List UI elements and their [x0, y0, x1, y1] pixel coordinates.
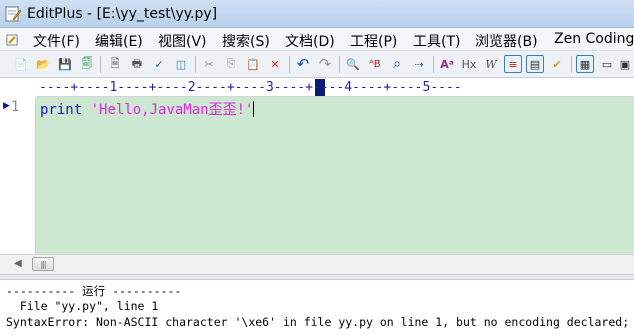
horizontal-scrollbar[interactable]: ◀ ||| [0, 254, 634, 274]
directory-window-icon[interactable]: ▦ [576, 55, 594, 73]
new-file-icon[interactable]: 📄 [12, 55, 30, 73]
save-icon[interactable]: 💾 [56, 55, 74, 73]
document-menu-icon[interactable] [6, 34, 18, 46]
output-line-error: SyntaxError: Non-ASCII character '\xe6' … [6, 315, 630, 329]
copy-icon[interactable]: ⎘ [222, 55, 240, 73]
menu-tools[interactable]: 工具(T) [413, 31, 460, 51]
toolbar-separator [433, 56, 434, 73]
toolbar-separator [571, 56, 572, 73]
scrollbar-grip: ||| [40, 259, 46, 269]
menu-browser[interactable]: 浏览器(B) [475, 31, 538, 51]
find-in-files-icon[interactable]: ⌕ [388, 55, 406, 73]
editplus-app-icon[interactable] [4, 5, 22, 23]
menu-search[interactable]: 搜索(S) [222, 31, 270, 51]
menu-view[interactable]: 视图(V) [158, 31, 207, 51]
open-folder-icon[interactable]: 📂 [34, 55, 52, 73]
current-line-marker-icon: ▶ [3, 101, 10, 111]
ruler-gutter [0, 78, 36, 97]
toolbar-separator [339, 56, 340, 73]
column-ruler[interactable]: ----+----1----+----2----+----3----+----4… [36, 78, 634, 97]
code-area[interactable]: print 'Hello,JavaMan歪歪!' [36, 97, 634, 254]
menu-file[interactable]: 文件(F) [33, 31, 80, 51]
window-title: EditPlus - [E:\yy_test\yy.py] [27, 6, 218, 22]
print-preview-icon[interactable]: 🗎 [106, 55, 124, 73]
code-line[interactable]: print 'Hello,JavaMan歪歪!' [40, 99, 255, 119]
line-number-toggle-icon[interactable]: ≡ [504, 55, 522, 73]
editor-pane[interactable]: ▶ 1 print 'Hello,JavaMan歪歪!' [0, 97, 634, 254]
menu-edit[interactable]: 编辑(E) [95, 31, 143, 51]
print-icon[interactable]: 🖶 [128, 55, 146, 73]
output-line-file: File "yy.py", line 1 [6, 299, 159, 313]
line-number: 1 [11, 99, 20, 115]
hex-icon[interactable]: Hx [460, 55, 478, 73]
output-window-icon[interactable]: ▭ [598, 55, 616, 73]
output-window[interactable]: ---------- 运行 ---------- File "yy.py", l… [0, 280, 634, 335]
save-all-icon[interactable]: 🗐 [78, 55, 96, 73]
delete-icon[interactable]: ✕ [266, 55, 284, 73]
title-bar: EditPlus - [E:\yy_test\yy.py] [0, 0, 634, 28]
ruler-scale: ----+----1----+----2----+----3----+----4… [39, 80, 462, 95]
menu-zen-coding[interactable]: Zen Coding [554, 31, 634, 47]
spell-toggle-icon[interactable]: ✔ [548, 55, 566, 73]
word-wrap-icon[interactable]: W [482, 55, 500, 73]
toolbar-separator [289, 56, 290, 73]
paste-icon[interactable]: 📋 [244, 55, 262, 73]
scrollbar-thumb[interactable]: ||| [32, 257, 54, 271]
toolbar-separator [195, 56, 196, 73]
undo-icon[interactable]: ↶ [294, 55, 312, 73]
replace-icon[interactable]: ᴬB [366, 55, 384, 73]
output-line-header: ---------- 运行 ---------- [6, 284, 182, 298]
spell-check-icon[interactable]: ✓ [150, 55, 168, 73]
font-icon[interactable]: Aᵃ [438, 55, 456, 73]
toolbar: 📄 📂 💾 🗐 🗎 🖶 ✓ ◫ ✂ ⎘ 📋 ✕ ↶ ↷ 🔍 ᴬB ⌕ ⇢ Aᵃ … [0, 51, 634, 78]
column-ruler-icon[interactable]: ▤ [526, 55, 544, 73]
scroll-left-arrow-icon[interactable]: ◀ [14, 258, 22, 269]
menu-project[interactable]: 工程(P) [350, 31, 397, 51]
line-number-gutter: ▶ 1 [0, 97, 36, 254]
goto-icon[interactable]: ⇢ [410, 55, 428, 73]
text-caret [253, 101, 255, 117]
code-string: 'Hello,JavaMan歪歪!' [90, 102, 254, 118]
find-icon[interactable]: 🔍 [344, 55, 362, 73]
redo-icon[interactable]: ↷ [316, 55, 334, 73]
ruler-row: ----+----1----+----2----+----3----+----4… [0, 78, 634, 97]
cut-icon[interactable]: ✂ [200, 55, 218, 73]
menu-document[interactable]: 文档(D) [285, 31, 335, 51]
menu-bar: 文件(F) 编辑(E) 视图(V) 搜索(S) 文档(D) 工程(P) 工具(T… [0, 28, 634, 51]
browser-preview-icon[interactable]: ◫ [172, 55, 190, 73]
code-keyword: print [40, 102, 83, 118]
fullscreen-icon[interactable]: ▣ [616, 55, 634, 73]
toolbar-separator [100, 56, 101, 73]
